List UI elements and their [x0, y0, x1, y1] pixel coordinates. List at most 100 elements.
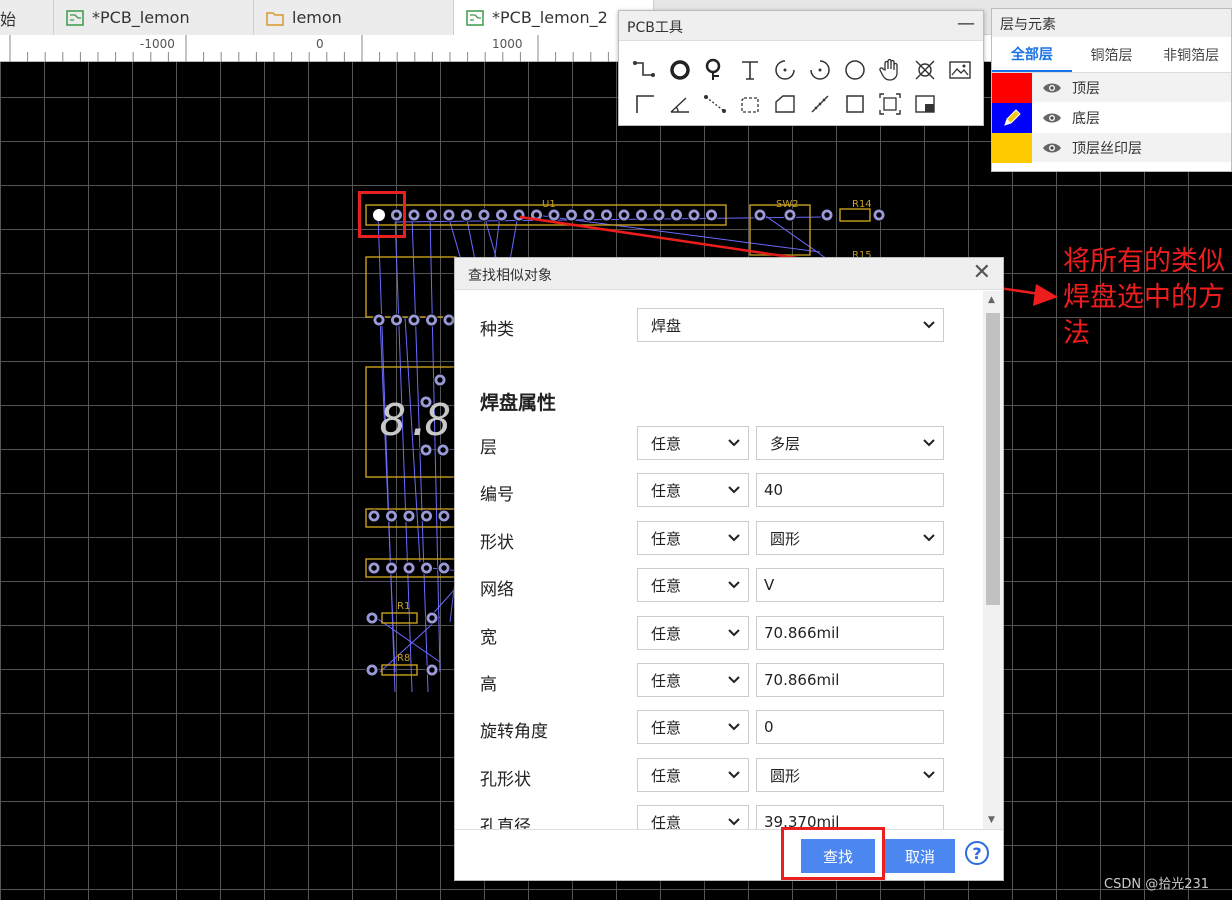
match-mode-select[interactable]: 任意 — [637, 426, 749, 460]
property-value-input[interactable]: 70.866mil — [756, 615, 944, 650]
eye-icon[interactable] — [1042, 82, 1062, 94]
dialog-scrollbar[interactable]: ▲ ▼ — [983, 291, 1003, 829]
eye-icon[interactable] — [1042, 112, 1062, 124]
property-value: 40 — [764, 481, 784, 500]
tab-lemon[interactable]: lemon — [254, 0, 454, 35]
property-value-input[interactable]: 70.866mil — [756, 663, 944, 697]
pan-hand-icon[interactable] — [872, 53, 907, 87]
arc-ccw-icon[interactable] — [802, 53, 837, 87]
layer-color-swatch[interactable] — [992, 102, 1032, 133]
tab-all-layers[interactable]: 全部层 — [992, 37, 1072, 72]
property-row: 宽 任意 70.866mil — [480, 615, 980, 650]
cancel-button[interactable]: 取消 — [885, 839, 955, 873]
match-mode-select[interactable]: 任意 — [637, 520, 749, 555]
layer-color-swatch[interactable] — [992, 72, 1032, 103]
match-mode-value: 任意 — [651, 766, 682, 785]
match-mode-value: 任意 — [651, 529, 682, 548]
layer-row-top[interactable]: 顶层 — [992, 72, 1231, 103]
eye-icon[interactable] — [1042, 142, 1062, 154]
pcb-file-icon — [66, 9, 84, 26]
match-mode-select[interactable]: 任意 — [637, 568, 749, 603]
seven-seg-display: 8 — [425, 395, 452, 446]
dialog-header: 查找相似对象 ✕ — [455, 258, 1003, 290]
dimension-icon[interactable] — [697, 87, 732, 121]
property-row: 层 任意 多层 — [480, 426, 980, 460]
property-value-input[interactable]: V — [756, 568, 944, 603]
property-row: 编号 任意 40 — [480, 473, 980, 508]
angle-icon[interactable] — [662, 87, 697, 121]
scroll-up-icon[interactable]: ▲ — [988, 295, 995, 305]
property-value: V — [764, 576, 775, 595]
kind-row: 种类 焊盘 — [480, 308, 980, 342]
property-value: 70.866mil — [764, 623, 840, 642]
pcb-label-r8: R8 — [397, 653, 410, 664]
corner-line-icon[interactable] — [627, 87, 662, 121]
tab-pcb-lemon-2-label: *PCB_lemon_2 — [492, 8, 608, 27]
select-group-icon[interactable] — [872, 87, 907, 121]
image-icon[interactable] — [942, 53, 977, 87]
property-label: 层 — [480, 438, 497, 458]
pcb-tools-panel: PCB工具 — — [618, 10, 984, 126]
tab-start[interactable]: 始 — [0, 0, 54, 35]
match-mode-value: 任意 — [651, 435, 682, 453]
chevron-down-icon — [923, 771, 935, 779]
match-mode-value: 任意 — [651, 577, 682, 596]
kind-value: 焊盘 — [651, 317, 682, 335]
tab-copper-layers[interactable]: 铜箔层 — [1072, 37, 1152, 72]
scroll-down-icon[interactable]: ▼ — [988, 815, 995, 825]
rectangle-icon[interactable] — [837, 87, 872, 121]
match-mode-select[interactable]: 任意 — [637, 710, 749, 745]
pcb-label-r1: R1 — [397, 601, 410, 612]
cross-icon[interactable] — [907, 53, 942, 87]
layer-color-swatch[interactable] — [992, 132, 1032, 163]
help-icon[interactable]: ? — [965, 841, 989, 865]
chevron-down-icon — [728, 439, 740, 447]
layer-row-top-silkscreen[interactable]: 顶层丝印层 — [992, 132, 1231, 163]
property-value-input[interactable]: 39.370mil — [756, 805, 944, 829]
arc-icon[interactable] — [767, 53, 802, 87]
text-icon[interactable] — [732, 53, 767, 87]
chevron-down-icon — [923, 439, 935, 447]
folder-icon — [266, 11, 284, 26]
match-mode-select[interactable]: 任意 — [637, 473, 749, 508]
match-mode-select[interactable]: 任意 — [637, 757, 749, 792]
match-mode-select[interactable]: 任意 — [637, 663, 749, 697]
tab-lemon-label: lemon — [292, 8, 342, 27]
via-icon[interactable] — [697, 53, 732, 87]
property-row: 孔形状 任意 圆形 — [480, 757, 980, 792]
measure-icon[interactable] — [802, 87, 837, 121]
board-outline-icon[interactable] — [767, 87, 802, 121]
minimize-button[interactable]: — — [957, 13, 975, 34]
scroll-thumb[interactable] — [986, 313, 1000, 605]
dialog-footer: 查找 取消 ? — [455, 829, 1003, 881]
property-row: 高 任意 70.866mil — [480, 663, 980, 697]
ruler-label: -1000 — [140, 37, 175, 51]
kind-select[interactable]: 焊盘 — [637, 308, 944, 342]
canvas-origin-icon[interactable] — [907, 87, 942, 121]
property-value-input[interactable]: 40 — [756, 473, 944, 508]
property-row: 网络 任意 V — [480, 568, 980, 603]
solid-region-icon[interactable] — [732, 87, 767, 121]
property-label: 高 — [480, 675, 497, 695]
property-value: 圆形 — [770, 766, 801, 785]
wire-icon[interactable] — [627, 53, 662, 87]
find-similar-dialog: 查找相似对象 ✕ 种类 焊盘 焊盘属性 层 任意 多层 编号 任意 40 形状 … — [454, 257, 1004, 881]
match-mode-select[interactable]: 任意 — [637, 805, 749, 829]
pad-icon[interactable] — [662, 53, 697, 87]
tab-pcb-lemon[interactable]: *PCB_lemon — [54, 0, 254, 35]
match-mode-select[interactable]: 任意 — [637, 615, 749, 650]
property-value: 圆形 — [770, 529, 801, 548]
property-value-select[interactable]: 圆形 — [756, 757, 944, 792]
property-value-select[interactable]: 圆形 — [756, 520, 944, 555]
property-value-input[interactable]: 0 — [756, 710, 944, 745]
chevron-down-icon — [728, 818, 740, 826]
tab-pcb-lemon-label: *PCB_lemon — [92, 8, 190, 27]
tab-non-copper-layers[interactable]: 非铜箔层 — [1151, 37, 1231, 72]
match-mode-value: 任意 — [651, 624, 682, 643]
annotation-text: 将所有的类似焊盘选中的方法 — [1063, 246, 1225, 349]
property-value-select[interactable]: 多层 — [756, 426, 944, 460]
close-icon[interactable]: ✕ — [973, 260, 991, 285]
layer-row-bottom[interactable]: 底层 — [992, 102, 1231, 133]
circle-icon[interactable] — [837, 53, 872, 87]
property-label: 孔直径 — [480, 817, 531, 829]
